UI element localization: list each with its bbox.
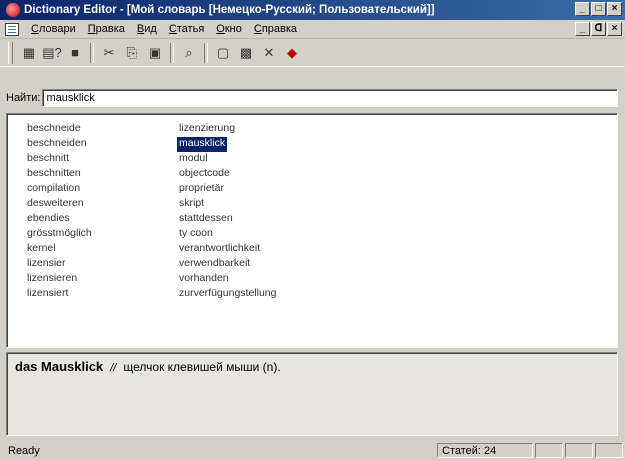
entry-source: ebendies <box>27 212 70 224</box>
entry-source: kernel <box>27 242 56 254</box>
entry-target: zurverfügungstellung <box>179 287 277 299</box>
list-item[interactable]: grösstmöglich ty coon <box>27 227 215 242</box>
entry-headword: das Mausklick <box>15 359 104 374</box>
search-bar: Найти: <box>6 88 618 108</box>
search-label: Найти: <box>6 92 41 104</box>
cut-icon[interactable]: ✂ <box>99 43 119 63</box>
properties-icon[interactable]: ◆ <box>282 43 302 63</box>
search-input[interactable] <box>42 89 618 107</box>
list-item[interactable]: compilation proprietär <box>27 182 226 197</box>
document-controls: _ ᗡ × <box>575 22 622 36</box>
list-item[interactable]: kernel verantwortlichkeit <box>27 242 262 257</box>
list-item[interactable]: desweiteren skript <box>27 197 206 212</box>
menu-vid[interactable]: Вид <box>131 23 163 35</box>
list-item[interactable]: beschnitt modul <box>27 152 210 167</box>
entry-target: vorhanden <box>179 272 229 284</box>
toolbar-separator <box>170 42 174 63</box>
list-item[interactable]: beschnitten objectcode <box>27 167 232 182</box>
menu-spravka[interactable]: Справка <box>248 23 303 35</box>
status-panel <box>595 443 623 458</box>
list-item[interactable]: lizensiert zurverfügungstellung <box>27 287 278 302</box>
minimize-button[interactable]: _ <box>575 2 590 16</box>
help-icon[interactable]: ▤? <box>42 43 62 63</box>
entry-target: modul <box>179 152 208 164</box>
menu-slovari[interactable]: Словари <box>25 23 82 35</box>
entry-target: objectcode <box>179 167 230 179</box>
entry-target: lizenzierung <box>179 122 236 134</box>
dictionaries-icon[interactable]: ▦ <box>19 43 39 63</box>
status-bar: Ready Статей: 24 <box>0 441 625 460</box>
entry-source: lizensieren <box>27 272 78 284</box>
find-icon[interactable]: ⌕ <box>179 43 199 63</box>
maximize-button[interactable]: □ <box>591 2 606 16</box>
entry-count: Статей: 24 <box>437 443 533 458</box>
entry-source: grösstmöglich <box>27 227 92 239</box>
copy-icon[interactable]: ⎘ <box>122 43 142 63</box>
list-item-selected[interactable]: beschneiden mausklick <box>27 137 228 152</box>
doc-restore-button[interactable]: ᗡ <box>591 22 606 36</box>
entry-target: verantwortlichkeit <box>179 242 261 254</box>
document-icon[interactable] <box>5 22 19 36</box>
entry-source: desweiteren <box>27 197 84 209</box>
entry-source: lizensiert <box>27 287 69 299</box>
entry-target: mausklick <box>177 137 228 152</box>
entry-target: ty coon <box>179 227 213 239</box>
title-bar: Dictionary Editor - [Мой словарь [Немецк… <box>0 0 625 20</box>
delete-icon[interactable]: ✕ <box>259 43 279 63</box>
toolbar-grip[interactable] <box>8 41 13 64</box>
entry-source: lizensier <box>27 257 66 269</box>
status-panel <box>565 443 593 458</box>
close-button[interactable]: × <box>607 2 622 16</box>
edit-entry-icon[interactable]: ▩ <box>236 43 256 63</box>
entry-target: verwendbarkeit <box>179 257 251 269</box>
menu-bar: Словари Правка Вид Статья Окно Справка _… <box>0 20 625 39</box>
entry-source: compilation <box>27 182 81 194</box>
menu-okno[interactable]: Окно <box>210 23 248 35</box>
paste-icon[interactable]: ▣ <box>145 43 165 63</box>
new-entry-icon[interactable]: ▢ <box>213 43 233 63</box>
status-panel <box>535 443 563 458</box>
entry-target: stattdessen <box>179 212 233 224</box>
entry-source: beschnitt <box>27 152 70 164</box>
window-title: Dictionary Editor - [Мой словарь [Немецк… <box>24 4 435 16</box>
entry-source: beschneide <box>27 122 81 134</box>
doc-minimize-button[interactable]: _ <box>575 22 590 36</box>
window-controls: _ □ × <box>575 2 622 16</box>
entry-translation: щелчок клевишей мыши (n). <box>123 360 281 374</box>
entry-target: skript <box>179 197 205 209</box>
list-item[interactable]: lizensier verwendbarkeit <box>27 257 252 272</box>
status-text: Ready <box>8 444 40 457</box>
toolbar-separator <box>204 42 208 63</box>
menu-pravka[interactable]: Правка <box>82 23 131 35</box>
list-item[interactable]: ebendies stattdessen <box>27 212 235 227</box>
list-item[interactable]: lizensieren vorhanden <box>27 272 231 287</box>
list-item[interactable]: beschneide lizenzierung <box>27 122 237 137</box>
word-list[interactable]: beschneide lizenzierung beschneiden maus… <box>6 113 618 348</box>
entry-source: beschnitten <box>27 167 81 179</box>
doc-close-button[interactable]: × <box>607 22 622 36</box>
app-icon[interactable] <box>6 3 20 17</box>
entry-target: proprietär <box>179 182 224 194</box>
entry-separator: // <box>110 362 117 374</box>
entry-source: beschneiden <box>27 137 87 149</box>
toolbar-separator <box>90 42 94 63</box>
save-icon[interactable]: ■ <box>65 43 85 63</box>
entry-detail-pane[interactable]: das Mausklick // щелчок клевишей мыши (n… <box>6 352 618 436</box>
toolbar: ▦ ▤? ■ ✂ ⎘ ▣ ⌕ ▢ ▩ ✕ ◆ <box>0 39 625 67</box>
menu-statya[interactable]: Статья <box>163 23 210 35</box>
